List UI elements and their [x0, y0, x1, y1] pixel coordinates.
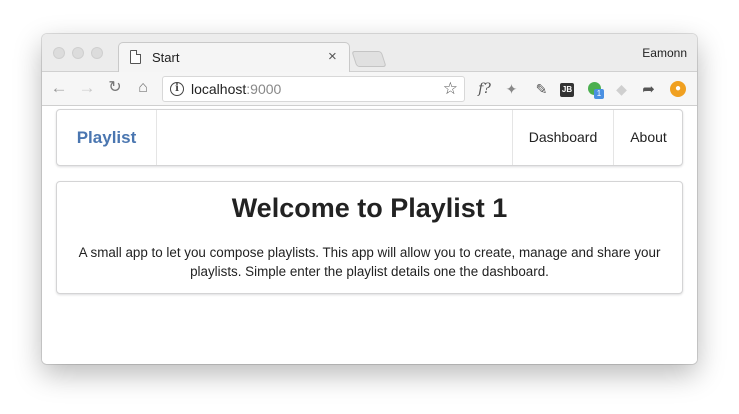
document-icon: [130, 50, 141, 64]
tab-close-icon[interactable]: ×: [328, 47, 337, 67]
green-extension-icon[interactable]: 1: [587, 81, 604, 99]
orange-extension-circle: ●: [670, 81, 686, 97]
url-host: localhost: [191, 81, 247, 97]
url-text[interactable]: localhost:9000: [191, 81, 281, 97]
browser-tab-content[interactable]: Start ×: [130, 43, 350, 73]
arrow-left-icon[interactable]: ←: [49, 78, 69, 98]
extension-badge: 1: [594, 89, 604, 99]
brand-link[interactable]: Playlist: [57, 110, 157, 165]
tab-title: Start: [152, 50, 180, 65]
bookmark-star-icon[interactable]: ☆: [443, 79, 458, 99]
arrow-right-icon[interactable]: →: [77, 78, 97, 98]
profile-name[interactable]: Eamonn: [642, 46, 687, 60]
info-icon[interactable]: i: [170, 82, 184, 96]
welcome-segment: Welcome to Playlist 1 A small app to let…: [56, 181, 683, 294]
app-menu: Playlist Dashboard About: [56, 109, 683, 166]
jb-icon[interactable]: JB: [560, 83, 574, 97]
browser-window: Start × Eamonn ← → ↻ ⌂ i localhost:9000 …: [42, 34, 697, 364]
tab-bar: Start × Eamonn: [42, 34, 697, 73]
dropbox-icon[interactable]: ◆: [613, 81, 630, 98]
orange-extension-icon[interactable]: ●: [669, 81, 686, 98]
address-bar[interactable]: i localhost:9000 ☆: [162, 76, 465, 102]
satellite-icon[interactable]: ✦: [503, 81, 520, 98]
maximize-window-button[interactable]: [91, 47, 103, 59]
fx-icon[interactable]: f?: [476, 81, 493, 98]
color-picker-icon[interactable]: ✎: [533, 81, 550, 98]
url-port: :9000: [246, 81, 282, 97]
close-window-button[interactable]: [53, 47, 65, 59]
nav-item-about[interactable]: About: [613, 110, 683, 165]
minimize-window-button[interactable]: [72, 47, 84, 59]
nav-item-dashboard[interactable]: Dashboard: [512, 110, 613, 165]
page-content: Playlist Dashboard About Welcome to Play…: [42, 107, 697, 364]
reload-icon[interactable]: ↻: [105, 78, 125, 98]
share-icon[interactable]: ➦: [640, 81, 657, 98]
browser-toolbar: ← → ↻ ⌂ i localhost:9000 ☆ f? ✦ ✎ JB 1 ◆…: [42, 72, 697, 106]
home-icon[interactable]: ⌂: [133, 78, 153, 98]
welcome-description: A small app to let you compose playlists…: [78, 245, 661, 279]
page-title: Welcome to Playlist 1: [231, 193, 508, 223]
new-tab-button[interactable]: [351, 51, 387, 67]
